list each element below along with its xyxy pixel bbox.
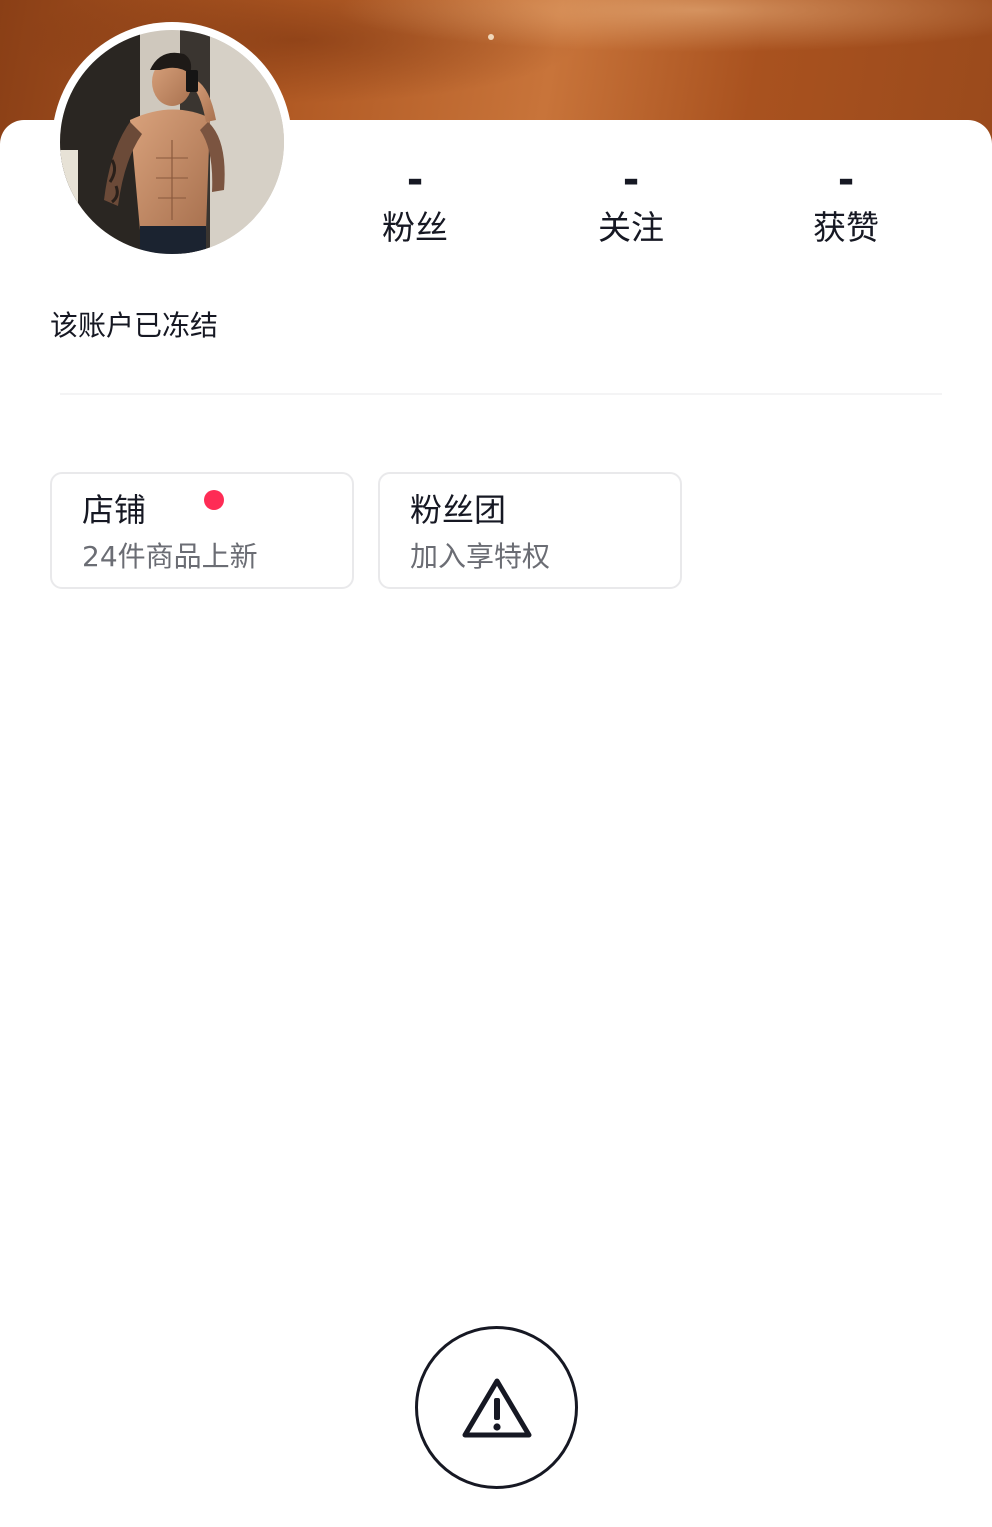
avatar-photo [60, 30, 284, 254]
avatar[interactable] [52, 22, 292, 262]
stat-value: - [406, 157, 424, 203]
fan-club-card-title: 粉丝团 [410, 491, 507, 529]
warning-triangle-icon [462, 1378, 531, 1437]
stat-label: 粉丝 [382, 208, 448, 247]
fan-club-card-subtitle: 加入享特权 [410, 540, 551, 573]
warning-button[interactable] [415, 1326, 578, 1489]
stat-value: - [837, 157, 855, 203]
account-status-text: 该账户已冻结 [50, 309, 219, 342]
cover-detail [488, 34, 494, 40]
stat-following[interactable]: - 关注 [551, 160, 711, 250]
shop-card-subtitle: 24件商品上新 [82, 540, 258, 573]
profile-page: - 粉丝 - 关注 - 获赞 该账户已冻结 店铺 24件商品上新 粉丝团 加入享… [0, 0, 992, 1527]
stat-label: 关注 [598, 208, 664, 247]
stat-followers[interactable]: - 粉丝 [335, 160, 495, 250]
new-badge-dot [204, 490, 224, 510]
stat-value: - [622, 157, 640, 203]
divider [60, 393, 942, 395]
stat-likes[interactable]: - 获赞 [766, 160, 926, 250]
fan-club-card[interactable]: 粉丝团 加入享特权 [378, 472, 682, 589]
shop-card[interactable]: 店铺 24件商品上新 [50, 472, 354, 589]
stat-label: 获赞 [813, 208, 879, 247]
shop-card-title: 店铺 [82, 491, 147, 529]
